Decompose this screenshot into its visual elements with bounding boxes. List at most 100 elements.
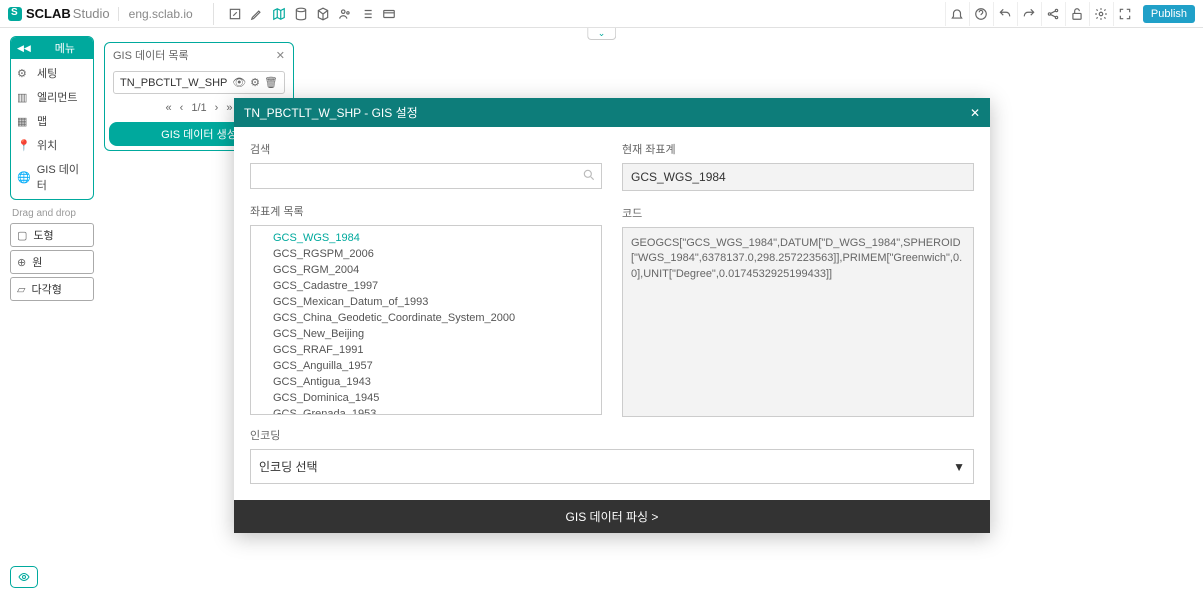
pencil-icon[interactable] [246, 3, 268, 25]
unlock-icon[interactable] [1065, 2, 1089, 26]
encoding-select[interactable]: 인코딩 선택 ▼ [250, 449, 974, 484]
undo-icon[interactable] [993, 2, 1017, 26]
encoding-select-value: 인코딩 선택 [259, 458, 318, 475]
logo-brand: SCLAB [26, 6, 71, 21]
sidebar-item-label: GIS 데이터 [37, 161, 87, 193]
collapse-icon: ◀◀ [17, 43, 31, 54]
close-icon[interactable]: ✕ [970, 106, 980, 120]
crs-item[interactable]: GCS_China_Geodetic_Coordinate_System_200… [251, 310, 601, 326]
sidebar-item-label: 세팅 [37, 65, 57, 81]
list-icon[interactable] [356, 3, 378, 25]
trash-icon[interactable]: 🗑 [264, 76, 278, 89]
sidebar-item-map[interactable]: ▦맵 [11, 109, 93, 133]
gear-icon[interactable]: ⚙ [250, 76, 260, 89]
logo-suffix: Studio [73, 6, 110, 21]
globe-icon: 🌐 [17, 171, 31, 184]
fullscreen-icon[interactable] [1113, 2, 1137, 26]
sidebar-item-settings[interactable]: ⚙ 세팅 [11, 61, 93, 85]
modal-header: TN_PBCTLT_W_SHP - GIS 설정 ✕ [234, 98, 990, 127]
menu-title: 메뉴 [55, 40, 75, 56]
menu-header[interactable]: ◀◀ 메뉴 [11, 37, 93, 59]
sidebar-item-location[interactable]: 📍위치 [11, 133, 93, 157]
left-column: 검색 좌표계 목록 GCS_WGS_1984GCS_RGSPM_2006GCS_… [250, 141, 602, 417]
crs-item[interactable]: GCS_WGS_1984 [251, 230, 601, 246]
crs-item[interactable]: GCS_Antigua_1943 [251, 374, 601, 390]
polygon-icon: ▱ [17, 283, 25, 296]
current-crs-value: GCS_WGS_1984 [622, 163, 974, 191]
crs-item[interactable]: GCS_New_Beijing [251, 326, 601, 342]
redo-icon[interactable] [1017, 2, 1041, 26]
shape-label: 다각형 [31, 281, 61, 297]
bell-icon[interactable] [945, 2, 969, 26]
map-icon[interactable] [268, 3, 290, 25]
edit-icon[interactable] [224, 3, 246, 25]
shape-item-shape[interactable]: ▢ 도형 [10, 223, 94, 247]
close-icon[interactable]: ✕ [276, 49, 285, 62]
sidebar: ◀◀ 메뉴 ⚙세팅 ▥엘리먼트 ▦맵 📍위치 🌐GIS 데이터 Drag and… [10, 36, 94, 304]
crs-list-label: 좌표계 목록 [250, 203, 602, 219]
expand-chevron-icon[interactable]: ⌄ [587, 28, 617, 40]
crs-item[interactable]: GCS_RGSPM_2006 [251, 246, 601, 262]
publish-button[interactable]: Publish [1143, 5, 1195, 23]
sidebar-item-label: 맵 [37, 113, 47, 129]
gis-file-name: TN_PBCTLT_W_SHP [120, 77, 227, 89]
logo-icon [8, 7, 22, 21]
right-column: 현재 좌표계 GCS_WGS_1984 코드 GEOGCS["GCS_WGS_1… [622, 141, 974, 417]
search-input[interactable] [250, 163, 602, 189]
search-icon[interactable] [582, 168, 596, 182]
page-last-icon[interactable]: » [226, 102, 232, 114]
help-icon[interactable] [969, 2, 993, 26]
shape-label: 원 [32, 254, 42, 270]
shape-label: 도형 [33, 227, 53, 243]
encoding-section: 인코딩 인코딩 선택 ▼ [234, 427, 990, 500]
square-icon: ▢ [17, 229, 27, 242]
preview-eye-button[interactable] [10, 566, 38, 588]
share-icon[interactable] [1041, 2, 1065, 26]
pin-icon: 📍 [17, 139, 31, 152]
sidebar-item-element[interactable]: ▥ 엘리먼트 [11, 85, 93, 109]
page-indicator: 1/1 [191, 102, 206, 114]
app-logo[interactable]: SCLAB Studio [8, 6, 110, 21]
sidebar-item-label: 엘리먼트 [37, 89, 77, 105]
menu-panel: ◀◀ 메뉴 ⚙세팅 ▥엘리먼트 ▦맵 📍위치 🌐GIS 데이터 [10, 36, 94, 200]
current-crs-label: 현재 좌표계 [622, 141, 974, 157]
gis-panel-header: GIS 데이터 목록 ✕ [105, 43, 293, 67]
page-prev-icon[interactable]: ‹ [180, 102, 184, 114]
element-icon: ▥ [17, 91, 31, 104]
gis-panel-title: GIS 데이터 목록 [113, 47, 189, 63]
caret-down-icon: ▼ [953, 460, 965, 474]
crs-item[interactable]: GCS_RRAF_1991 [251, 342, 601, 358]
users-icon[interactable] [334, 3, 356, 25]
crs-item[interactable]: GCS_Anguilla_1957 [251, 358, 601, 374]
crs-item[interactable]: GCS_RGM_2004 [251, 262, 601, 278]
crs-item[interactable]: GCS_Cadastre_1997 [251, 278, 601, 294]
sidebar-item-gis[interactable]: 🌐 GIS 데이터 [11, 157, 93, 197]
shape-item-polygon[interactable]: ▱ 다각형 [10, 277, 94, 301]
gis-settings-modal: TN_PBCTLT_W_SHP - GIS 설정 ✕ 검색 좌표계 목록 GCS… [234, 98, 990, 533]
modal-title: TN_PBCTLT_W_SHP - GIS 설정 [244, 104, 418, 121]
shape-panel: ▢ 도형 ⊕원 ▱ 다각형 [10, 223, 94, 301]
visibility-icon[interactable]: 👁 [232, 76, 246, 89]
top-bar: SCLAB Studio eng.sclab.io Publish [0, 0, 1203, 28]
code-value: GEOGCS["GCS_WGS_1984",DATUM["D_WGS_1984"… [622, 227, 974, 417]
encoding-label: 인코딩 [250, 427, 974, 443]
drag-drop-label: Drag and drop [12, 208, 94, 219]
gear-icon: ⚙ [17, 67, 31, 80]
gis-file-row[interactable]: TN_PBCTLT_W_SHP 👁 ⚙ 🗑 [113, 71, 285, 94]
crs-item[interactable]: GCS_Mexican_Datum_of_1993 [251, 294, 601, 310]
shape-item-circle[interactable]: ⊕원 [10, 250, 94, 274]
page-next-icon[interactable]: › [215, 102, 219, 114]
parse-button[interactable]: GIS 데이터 파싱 > [234, 500, 990, 533]
crs-item[interactable]: GCS_Grenada_1953 [251, 406, 601, 415]
code-label: 코드 [622, 205, 974, 221]
crs-list[interactable]: GCS_WGS_1984GCS_RGSPM_2006GCS_RGM_2004GC… [250, 225, 602, 415]
cube-icon[interactable] [312, 3, 334, 25]
settings-icon[interactable] [1089, 2, 1113, 26]
grid-icon: ▦ [17, 115, 31, 128]
database-icon[interactable] [290, 3, 312, 25]
search-box [250, 163, 602, 189]
card-icon[interactable] [378, 3, 400, 25]
site-name: eng.sclab.io [118, 7, 193, 21]
crs-item[interactable]: GCS_Dominica_1945 [251, 390, 601, 406]
page-first-icon[interactable]: « [166, 102, 172, 114]
